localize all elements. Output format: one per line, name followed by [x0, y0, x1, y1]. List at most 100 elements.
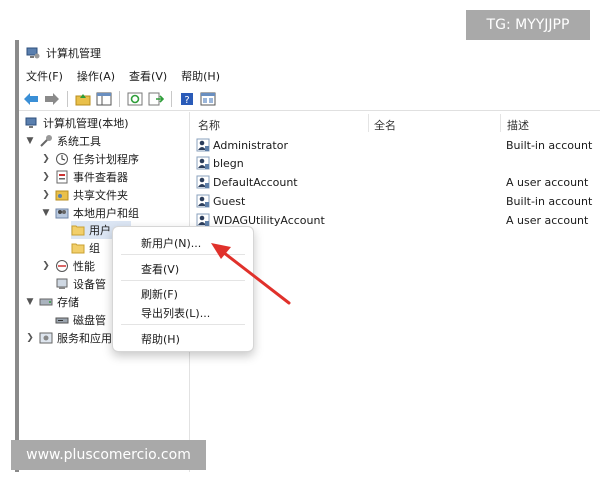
forward-arrow-icon[interactable] [43, 90, 61, 108]
tree-label: 组 [89, 242, 100, 255]
services-icon [39, 331, 53, 345]
chevron-right-icon[interactable]: ❯ [41, 154, 51, 164]
storage-icon [39, 295, 53, 309]
tree-label: 事件查看器 [73, 171, 128, 184]
user-name: blegn [213, 156, 244, 170]
tree-item-task-scheduler[interactable]: ❯ 任务计划程序 [41, 150, 139, 168]
user-description: Built-in account [506, 138, 593, 152]
clock-icon [55, 152, 69, 166]
device-manager-icon [55, 277, 69, 291]
toolbar-separator [67, 91, 68, 107]
annotation-arrow [211, 243, 291, 305]
svg-text:?: ? [184, 95, 189, 106]
user-description: A user account [506, 213, 589, 227]
toolbar-divider [19, 110, 600, 111]
user-name: Administrator [213, 138, 288, 152]
tree-item-services-apps[interactable]: ❯ 服务和应用 [25, 329, 112, 347]
user-name: WDAGUtilityAccount [213, 213, 325, 227]
folder-icon [71, 241, 85, 255]
performance-icon [55, 259, 69, 273]
user-name: Guest [213, 194, 246, 208]
tree-label: 共享文件夹 [73, 189, 128, 202]
help-icon[interactable]: ? [178, 90, 196, 108]
tree-item-performance[interactable]: ❯ 性能 [41, 257, 95, 275]
chevron-down-icon[interactable]: ▼ [41, 208, 51, 218]
tree-item-device-manager[interactable]: 设备管 [55, 275, 106, 293]
chevron-right-icon[interactable]: ❯ [41, 261, 51, 271]
tools-icon [39, 134, 53, 148]
tree-item-shared-folders[interactable]: ❯ 共享文件夹 [41, 186, 128, 204]
menu-item-help[interactable]: 帮助(H) [141, 331, 180, 347]
tree-label: 计算机管理(本地) [43, 117, 129, 130]
show-hide-tree-icon[interactable] [95, 90, 113, 108]
tree-item-event-viewer[interactable]: ❯ 事件查看器 [41, 168, 128, 186]
tree-label: 本地用户和组 [73, 207, 139, 220]
column-header-description[interactable]: 描述 [507, 117, 529, 133]
column-header-fullname[interactable]: 全名 [374, 117, 396, 133]
watermark-bottom: www.pluscomercio.com [11, 440, 206, 470]
disk-icon [55, 313, 69, 327]
table-row[interactable]: Administrator Built-in account [196, 136, 600, 154]
title-bar: 计算机管理 [26, 44, 101, 62]
chevron-right-icon[interactable]: ❯ [41, 172, 51, 182]
user-description: Built-in account [506, 194, 593, 208]
toolbar: ? [22, 88, 217, 110]
computer-management-icon [26, 46, 40, 60]
tree-label: 性能 [73, 260, 95, 273]
user-description: A user account [506, 175, 589, 189]
column-separator[interactable] [368, 114, 369, 132]
menu-separator [121, 324, 245, 325]
menu-item-view[interactable]: 查看(V) [141, 261, 179, 277]
tree-label: 设备管 [73, 278, 106, 291]
toolbar-separator [119, 91, 120, 107]
back-arrow-icon[interactable] [22, 90, 40, 108]
column-header-name[interactable]: 名称 [198, 117, 220, 133]
tree-label: 服务和应用 [57, 332, 112, 345]
chevron-down-icon[interactable]: ▼ [25, 136, 35, 146]
tree-item-local-users-groups[interactable]: ▼ 本地用户和组 [41, 204, 139, 222]
tree-item-storage[interactable]: ▼ 存储 [25, 293, 79, 311]
menu-item-export-list[interactable]: 导出列表(L)... [141, 305, 210, 321]
user-icon [196, 156, 210, 170]
tree-item-computer-management[interactable]: 计算机管理(本地) [25, 114, 129, 132]
menu-help[interactable]: 帮助(H) [181, 68, 220, 86]
tree-label: 任务计划程序 [73, 153, 139, 166]
shared-folder-icon [55, 188, 69, 202]
menu-view[interactable]: 查看(V) [129, 68, 167, 86]
folder-up-icon[interactable] [74, 90, 92, 108]
refresh-icon[interactable] [126, 90, 144, 108]
folder-icon [71, 223, 85, 237]
column-separator[interactable] [500, 114, 501, 132]
computer-management-icon [25, 116, 39, 130]
table-row[interactable]: WDAGUtilityAccount A user account [196, 211, 600, 229]
toolbar-separator [171, 91, 172, 107]
table-row[interactable]: Guest Built-in account [196, 192, 600, 210]
users-group-icon [55, 206, 69, 220]
table-row[interactable]: blegn [196, 154, 600, 172]
user-icon [196, 138, 210, 152]
menu-bar: 文件(F) 操作(A) 查看(V) 帮助(H) [26, 68, 220, 86]
user-icon [196, 194, 210, 208]
user-icon [196, 175, 210, 189]
tree-item-groups[interactable]: 组 [71, 239, 100, 257]
chevron-right-icon[interactable]: ❯ [41, 190, 51, 200]
menu-action[interactable]: 操作(A) [77, 68, 115, 86]
table-row[interactable]: DefaultAccount A user account [196, 173, 600, 191]
tree-label: 用户 [89, 224, 111, 237]
watermark-top: TG: MYYJJPP [466, 10, 590, 40]
user-name: DefaultAccount [213, 175, 298, 189]
tree-label: 存储 [57, 296, 79, 309]
tree-label: 磁盘管 [73, 314, 106, 327]
menu-file[interactable]: 文件(F) [26, 68, 63, 86]
tree-item-disk-management[interactable]: 磁盘管 [55, 311, 106, 329]
menu-item-refresh[interactable]: 刷新(F) [141, 286, 178, 302]
chevron-down-icon[interactable]: ▼ [25, 297, 35, 307]
export-list-icon[interactable] [147, 90, 165, 108]
event-viewer-icon [55, 170, 69, 184]
tree-label: 系统工具 [57, 135, 101, 148]
console-view-icon[interactable] [199, 90, 217, 108]
chevron-right-icon[interactable]: ❯ [25, 333, 35, 343]
tree-item-system-tools[interactable]: ▼ 系统工具 [25, 132, 101, 150]
menu-item-new-user[interactable]: 新用户(N)... [141, 235, 201, 251]
window-title: 计算机管理 [46, 47, 101, 60]
